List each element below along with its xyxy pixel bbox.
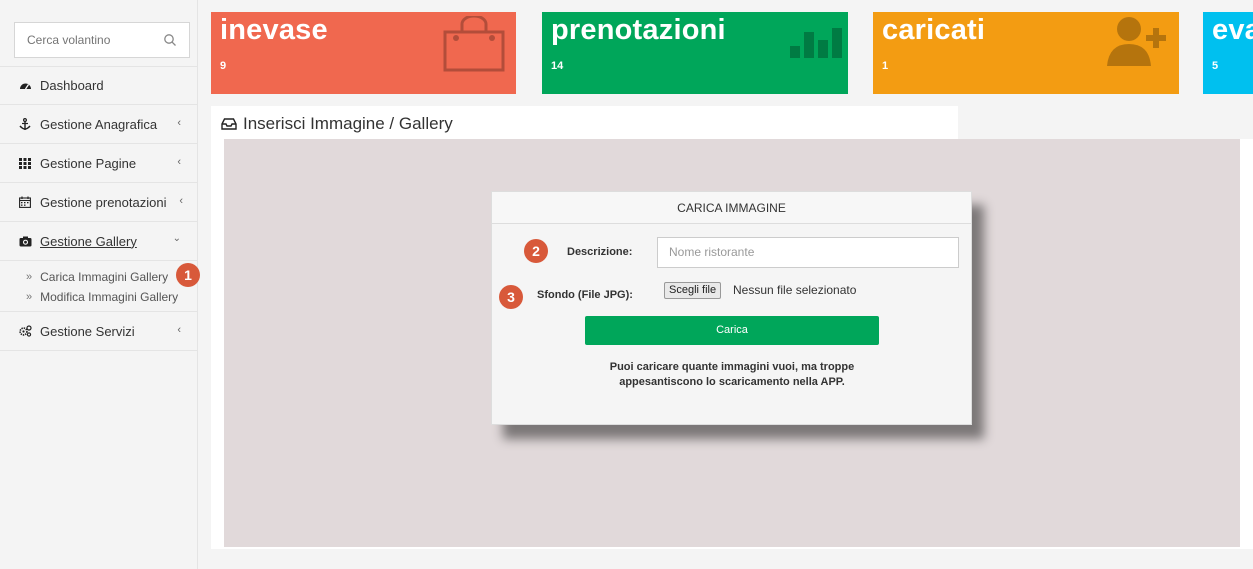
sidebar-item-label: Gestione Gallery xyxy=(40,233,137,249)
sidebar-item-servizi[interactable]: Gestione Servizi ‹ xyxy=(0,312,197,351)
camera-icon xyxy=(18,234,32,248)
user-add-icon xyxy=(1107,17,1166,66)
upload-note-line: Puoi caricare quante immagini vuoi, ma t… xyxy=(609,361,855,373)
upload-note: Puoi caricare quante immagini vuoi, ma t… xyxy=(552,360,912,390)
double-chevron-right-icon: » xyxy=(26,291,33,303)
sidebar-item-label: Dashboard xyxy=(40,78,104,93)
dashboard-icon xyxy=(18,79,32,93)
description-input[interactable]: Nome ristorante xyxy=(657,237,959,268)
gears-icon xyxy=(18,324,32,338)
stat-tile-evase[interactable]: eva 5 xyxy=(1203,12,1253,94)
sidebar-item-pagine[interactable]: Gestione Pagine ‹ xyxy=(0,144,197,183)
bar-chart-icon xyxy=(790,28,842,58)
file-status: Nessun file selezionato xyxy=(733,283,857,297)
inbox-icon xyxy=(221,118,237,130)
stat-tile-count: 1 xyxy=(882,60,889,72)
sidebar: Dashboard Gestione Anagrafica ‹ Gestione… xyxy=(0,0,200,569)
shopping-bag-icon xyxy=(443,16,505,72)
stat-tile-title: eva xyxy=(1212,14,1253,46)
sidebar-item-label: Gestione Servizi xyxy=(40,323,135,339)
panel-header: Inserisci Immagine / Gallery xyxy=(211,106,958,139)
chevron-down-icon: ⌄ xyxy=(172,233,181,244)
sidebar-item-label: Gestione Pagine xyxy=(40,155,137,171)
upload-dialog: CARICA IMMAGINE 2 Descrizione: Nome rist… xyxy=(491,191,972,425)
grid-icon xyxy=(18,156,32,170)
sidebar-item-gallery[interactable]: Gestione Gallery ⌄ xyxy=(0,222,197,261)
submenu-item-label: Modifica Immagini Gallery xyxy=(40,290,179,304)
gallery-submenu: » Carica Immagini Gallery 1 » Modifica I… xyxy=(0,261,200,312)
double-chevron-right-icon: » xyxy=(26,271,33,283)
search-input[interactable] xyxy=(15,23,155,57)
stat-tile-count: 5 xyxy=(1212,60,1219,72)
sidebar-item-anagrafica[interactable]: Gestione Anagrafica ‹ xyxy=(0,105,197,144)
upload-button[interactable]: Carica xyxy=(585,316,879,345)
stat-tile-inevase[interactable]: inevase 9 xyxy=(211,12,516,94)
anchor-icon xyxy=(18,117,32,131)
step-marker-1: 1 xyxy=(176,263,200,287)
stat-tile-title: caricati xyxy=(882,14,986,46)
chevron-left-icon: ‹ xyxy=(177,324,181,336)
sidebar-item-label: Gestione prenotazioni xyxy=(40,194,167,210)
chevron-left-icon: ‹ xyxy=(179,195,183,207)
stat-tile-title: prenotazioni xyxy=(551,14,726,46)
dialog-title: CARICA IMMAGINE xyxy=(492,192,971,224)
stat-tile-prenotazioni[interactable]: prenotazioni 14 xyxy=(542,12,848,94)
sidebar-nav: Dashboard Gestione Anagrafica ‹ Gestione… xyxy=(0,66,200,351)
search-box xyxy=(14,22,190,58)
submenu-item-modifica[interactable]: » Modifica Immagini Gallery xyxy=(0,287,197,307)
submenu-item-label: Carica Immagini Gallery xyxy=(40,270,169,284)
stat-tile-title: inevase xyxy=(220,14,328,46)
step-marker-2: 2 xyxy=(524,239,548,263)
stat-tile-count: 9 xyxy=(220,60,227,72)
choose-file-button[interactable]: Scegli file xyxy=(664,282,722,299)
panel-title: Inserisci Immagine / Gallery xyxy=(243,114,453,133)
stat-tile-count: 14 xyxy=(551,60,564,72)
step-marker-3: 3 xyxy=(499,285,523,309)
chevron-left-icon: ‹ xyxy=(177,156,181,168)
stat-tile-caricati[interactable]: caricati 1 xyxy=(873,12,1179,94)
calendar-icon xyxy=(18,195,32,209)
description-label: Descrizione: xyxy=(567,246,633,258)
page: Dashboard Gestione Anagrafica ‹ Gestione… xyxy=(0,0,1253,569)
sidebar-item-label: Gestione Anagrafica xyxy=(40,116,158,132)
file-label: Sfondo (File JPG): xyxy=(537,289,633,301)
sidebar-item-dashboard[interactable]: Dashboard xyxy=(0,66,197,105)
chevron-left-icon: ‹ xyxy=(177,117,181,129)
upload-note-line: appesantiscono lo scaricamento nella APP… xyxy=(619,376,845,388)
sidebar-item-prenotazioni[interactable]: Gestione prenotazioni ‹ xyxy=(0,183,197,222)
submenu-item-carica[interactable]: » Carica Immagini Gallery 1 xyxy=(0,263,200,287)
search-icon[interactable] xyxy=(163,33,177,47)
